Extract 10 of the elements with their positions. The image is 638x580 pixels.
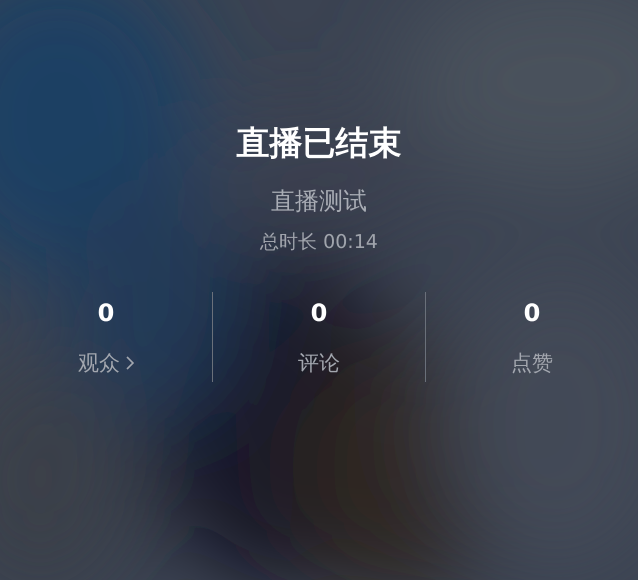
stat-value: 0 [524, 298, 540, 329]
stat-label: 评论 [298, 350, 340, 377]
stat-value: 0 [98, 298, 114, 329]
stat-label[interactable]: 观众 [78, 348, 120, 378]
title: 直播已结束 [236, 122, 402, 164]
stat-label: 点赞 [511, 350, 553, 377]
duration-text: 总时长 00:14 [260, 230, 378, 255]
stream-name: 直播测试 [271, 186, 367, 217]
chevron-icon[interactable] [126, 356, 134, 370]
stat-value: 0 [310, 298, 328, 329]
